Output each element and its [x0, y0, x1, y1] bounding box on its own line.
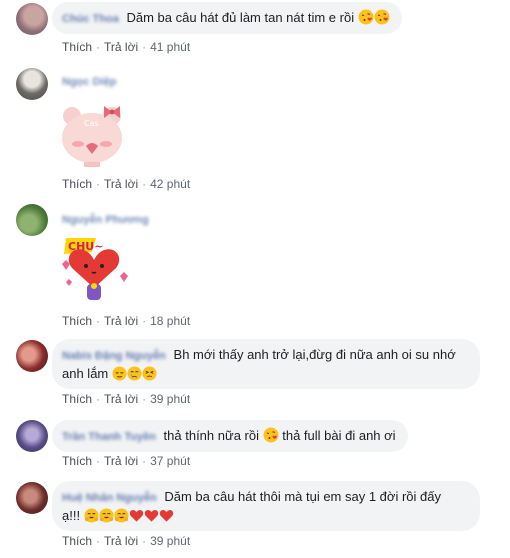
- comment-bubble: Huệ Nhân Nguyễn Dăm ba câu hát thôi mà t…: [52, 481, 480, 531]
- comment-2: Ngọc Diệp Cas Thích · Trả lời · 42 phút: [0, 64, 510, 194]
- reply-link[interactable]: Trả lời: [104, 177, 138, 191]
- comment-time[interactable]: 39 phút: [150, 392, 190, 406]
- comment-5: Trần Thanh Tuyền thả thính nữa rồi thả f…: [0, 416, 510, 472]
- reply-link[interactable]: Trả lời: [104, 314, 138, 328]
- reply-link[interactable]: Trả lời: [104, 40, 138, 54]
- comment-text: Dăm ba câu hát đủ làm tan nát tim e rồi: [126, 10, 355, 25]
- avatar[interactable]: [16, 482, 48, 514]
- pig-girl-with-bow-sticker[interactable]: Cas: [56, 104, 132, 175]
- comment-author[interactable]: Huệ Nhân Nguyễn: [62, 492, 157, 504]
- like-link[interactable]: Thích: [62, 534, 92, 548]
- comment-actions: Thích · Trả lời · 39 phút: [62, 534, 191, 548]
- avatar[interactable]: [16, 204, 48, 236]
- comment-author[interactable]: Ngọc Diệp: [62, 76, 116, 88]
- comment-author[interactable]: Trần Thanh Tuyền: [62, 431, 156, 443]
- kiss-heart-icon: [358, 9, 374, 25]
- red-heart-icon: [144, 508, 159, 523]
- like-link[interactable]: Thích: [62, 314, 92, 328]
- reply-link[interactable]: Trả lời: [104, 534, 138, 548]
- crying-face-icon: [127, 366, 142, 381]
- avatar[interactable]: [16, 340, 48, 372]
- avatar[interactable]: [16, 3, 48, 35]
- comment-actions: Thích · Trả lời · 18 phút: [62, 314, 191, 328]
- comment-1: Chúc Thoa Dăm ba câu hát đủ làm tan nát …: [0, 0, 510, 58]
- comment-author[interactable]: Nguyễn Phương: [62, 214, 149, 226]
- comment-bubble: Nabis Đặng Nguyễn Bh mới thấy anh trở lạ…: [52, 339, 480, 389]
- comment-bubble: Trần Thanh Tuyền thả thính nữa rồi thả f…: [52, 420, 408, 452]
- comment-actions: Thích · Trả lời · 42 phút: [62, 177, 191, 191]
- comment-text: thả thính nữa rồi: [163, 428, 259, 443]
- comment-time[interactable]: 39 phút: [150, 534, 190, 548]
- comment-bubble: Chúc Thoa Dăm ba câu hát đủ làm tan nát …: [52, 2, 402, 34]
- kiss-heart-icon: [374, 9, 390, 25]
- comment-text: Bh mới thấy anh trở lại,đừg đi nữa anh o…: [173, 347, 456, 362]
- comment-time[interactable]: 42 phút: [150, 177, 190, 191]
- hugging-face-icon: [84, 508, 99, 523]
- reply-link[interactable]: Trả lời: [104, 392, 138, 406]
- red-heart-icon: [129, 508, 144, 523]
- comment-author[interactable]: Chúc Thoa: [62, 13, 119, 25]
- hugging-face-icon: [114, 508, 129, 523]
- relieved-face-icon: [112, 366, 127, 381]
- persevering-face-icon: [142, 366, 157, 381]
- like-link[interactable]: Thích: [62, 177, 92, 191]
- comment-time[interactable]: 18 phút: [150, 314, 190, 328]
- comment-actions: Thích · Trả lời · 39 phút: [62, 392, 191, 406]
- avatar[interactable]: [16, 420, 48, 452]
- comment-text-cont: anh lắm: [62, 366, 109, 381]
- comment-actions: Thích · Trả lời · 41 phút: [62, 40, 191, 54]
- comment-time[interactable]: 41 phút: [150, 40, 190, 54]
- svg-text:Cas: Cas: [84, 119, 99, 128]
- reply-link[interactable]: Trả lời: [104, 454, 138, 468]
- comment-6: Huệ Nhân Nguyễn Dăm ba câu hát thôi mà t…: [0, 478, 510, 558]
- comment-text-cont: thả full bài đi anh ơi: [282, 428, 396, 443]
- avatar[interactable]: [16, 68, 48, 100]
- comment-author[interactable]: Nabis Đặng Nguyễn: [62, 350, 166, 362]
- chu-heart-kiss-sticker[interactable]: CHU~: [56, 234, 132, 309]
- comment-time[interactable]: 37 phút: [150, 454, 190, 468]
- comment-text: Dăm ba câu hát thôi mà tụi em say 1 đời …: [164, 489, 441, 504]
- comment-text-cont: ạ!!!: [62, 508, 81, 523]
- comment-4: Nabis Đặng Nguyễn Bh mới thấy anh trở lạ…: [0, 336, 510, 408]
- hugging-face-icon: [99, 508, 114, 523]
- like-link[interactable]: Thích: [62, 392, 92, 406]
- red-heart-icon: [159, 508, 174, 523]
- like-link[interactable]: Thích: [62, 40, 92, 54]
- comment-3: Nguyễn Phương CHU~ Thích · Trả lời · 18 phút: [0, 200, 510, 332]
- like-link[interactable]: Thích: [62, 454, 92, 468]
- comment-actions: Thích · Trả lời · 37 phút: [62, 454, 191, 468]
- kiss-heart-icon: [263, 427, 279, 443]
